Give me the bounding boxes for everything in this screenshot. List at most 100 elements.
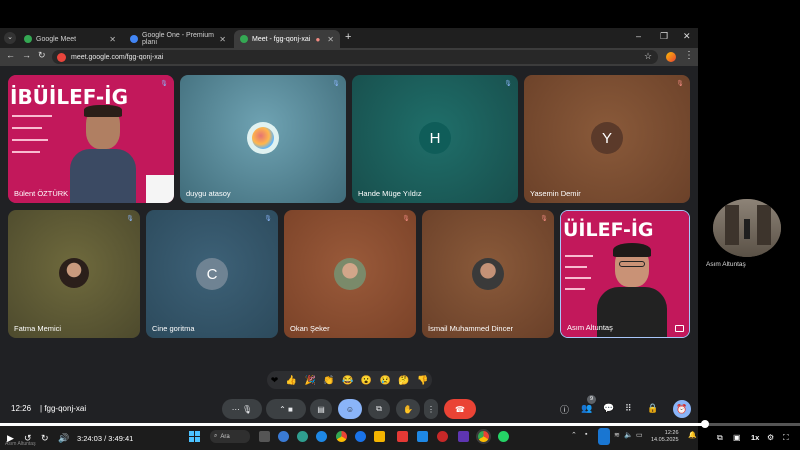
- fullscreen-icon[interactable]: ⛶: [783, 433, 789, 443]
- participant-tile[interactable]: 🎙 Fatma Memici: [8, 210, 140, 338]
- more-options-button[interactable]: ⋮: [424, 399, 438, 419]
- chevron-up-icon[interactable]: ⌃: [571, 431, 577, 439]
- tray-icon[interactable]: ▪: [585, 431, 587, 438]
- forward-icon[interactable]: ↻: [41, 433, 49, 444]
- participant-name: Hande Müge Yıldız: [358, 189, 422, 198]
- participant-tile[interactable]: 🎙 duygu atasoy: [180, 75, 346, 203]
- new-tab-icon[interactable]: +: [345, 31, 351, 43]
- wifi-icon[interactable]: ≋: [614, 431, 620, 439]
- subtitles-icon[interactable]: ⧉: [717, 433, 723, 443]
- participant-name: Yasemin Demir: [530, 189, 581, 198]
- thinking-reaction[interactable]: 🤔: [398, 375, 409, 386]
- mic-tray-icon[interactable]: [598, 428, 610, 445]
- info-icon[interactable]: ⓘ: [560, 403, 569, 416]
- close-icon[interactable]: ✕: [327, 35, 334, 44]
- chrome-icon[interactable]: [336, 431, 347, 442]
- meet-icon: [24, 35, 32, 43]
- zoom-icon[interactable]: [355, 431, 366, 442]
- participant-tile[interactable]: H 🎙 Hande Müge Yıldız: [352, 75, 518, 203]
- hand-icon: ✋: [403, 404, 413, 414]
- profile-avatar[interactable]: [666, 52, 676, 62]
- heart-reaction[interactable]: ❤: [271, 375, 279, 386]
- taskbar-search[interactable]: ⌕ Ara: [210, 430, 250, 443]
- progress-handle[interactable]: [700, 420, 709, 428]
- app-icon[interactable]: [297, 431, 308, 442]
- address-bar[interactable]: meet.google.com/fgg-qonj-xai: [52, 50, 658, 64]
- avatar: [334, 258, 366, 290]
- meeting-code: | fgg-qonj-xai: [40, 404, 87, 413]
- whatsapp-icon[interactable]: [498, 431, 509, 442]
- close-icon[interactable]: ✕: [219, 35, 226, 44]
- party-reaction[interactable]: 🎉: [305, 375, 316, 386]
- tab-google-meet[interactable]: Google Meet ✕: [18, 30, 122, 48]
- teams-icon[interactable]: [458, 431, 469, 442]
- tab-google-one[interactable]: Google One - Premium planı ✕: [124, 30, 232, 48]
- windows-start-icon[interactable]: [189, 431, 200, 442]
- people-icon[interactable]: 👥: [581, 403, 592, 414]
- volume-icon[interactable]: 🔊: [58, 433, 69, 444]
- mic-icon: 🎙: [332, 81, 340, 87]
- participant-tile[interactable]: 🎙 Okan Şeker: [284, 210, 416, 338]
- present-button[interactable]: ⧉: [368, 399, 390, 419]
- camera-control[interactable]: ⌃ ■: [266, 399, 306, 419]
- screen: ⌄ Google Meet ✕ Google One - Premium pla…: [0, 0, 800, 450]
- youtube-icon[interactable]: [397, 431, 408, 442]
- captions-button[interactable]: ▤: [310, 399, 332, 419]
- laugh-reaction[interactable]: 😂: [342, 375, 353, 386]
- close-window-icon[interactable]: ✕: [683, 31, 691, 42]
- reactions-bar: ❤ 👍 🎉 👏 😂 😮 😢 🤔 👎: [267, 371, 432, 389]
- mic-control[interactable]: ⋯ 🎙: [222, 399, 262, 419]
- tab-search-button[interactable]: ⌄: [4, 32, 16, 44]
- emoji-button[interactable]: ☺: [338, 399, 362, 419]
- emoji-icon: ☺: [345, 404, 355, 414]
- reload-icon[interactable]: ↻: [38, 50, 46, 61]
- participant-name: Okan Şeker: [290, 324, 330, 333]
- minimize-icon[interactable]: –: [636, 31, 641, 41]
- maximize-icon[interactable]: ❐: [660, 31, 668, 42]
- pip-icon[interactable]: [675, 325, 684, 332]
- thumbs-up-reaction[interactable]: 👍: [286, 375, 297, 386]
- chat-icon[interactable]: 💬: [603, 403, 614, 414]
- chevron-up-icon[interactable]: ⌃: [279, 405, 286, 414]
- more-audio-icon[interactable]: ⋯: [232, 405, 240, 414]
- chrome-menu-icon[interactable]: ⋮: [684, 50, 694, 61]
- avatar: [59, 258, 89, 288]
- close-icon[interactable]: ✕: [109, 35, 116, 44]
- media-icon[interactable]: [437, 431, 448, 442]
- participant-tile[interactable]: İBÜİLEF-İG 🎙 Bülent ÖZTÜRK: [8, 75, 174, 203]
- bookmark-star-icon[interactable]: ☆: [644, 51, 652, 62]
- raise-hand-button[interactable]: ✋: [396, 399, 420, 419]
- captions-icon[interactable]: ▣: [733, 433, 741, 442]
- settings-gear-icon[interactable]: ⚙: [767, 433, 774, 442]
- forward-icon[interactable]: →: [22, 50, 31, 60]
- taskbar-clock[interactable]: 12:26 14.05.2025: [651, 430, 679, 444]
- chrome-active-icon[interactable]: [478, 431, 489, 442]
- volume-icon[interactable]: 🔈: [624, 431, 633, 439]
- playback-speed[interactable]: 1x: [751, 433, 759, 442]
- participant-tile[interactable]: Y 🎙 Yasemin Demir: [524, 75, 690, 203]
- word-icon[interactable]: [417, 431, 428, 442]
- host-controls-icon[interactable]: 🔒: [647, 403, 658, 414]
- edge-icon[interactable]: [316, 431, 327, 442]
- participant-tile[interactable]: C 🎙 Cine goritma: [146, 210, 278, 338]
- file-explorer-icon[interactable]: [374, 431, 385, 442]
- tab-meet-active[interactable]: Meet - fgg-qonj-xai ● ✕: [234, 30, 340, 48]
- task-view-icon[interactable]: [259, 431, 270, 442]
- sad-reaction[interactable]: 😢: [379, 375, 390, 386]
- activities-icon[interactable]: ⠿: [625, 403, 632, 414]
- participant-tile[interactable]: 🎙 İsmail Muhammed Dincer: [422, 210, 554, 338]
- clap-reaction[interactable]: 👏: [323, 375, 334, 386]
- battery-icon[interactable]: ▭: [636, 431, 643, 439]
- participant-tile-self[interactable]: ÜİLEF-İG Asım Altuntaş: [560, 210, 690, 338]
- back-icon[interactable]: ←: [6, 50, 15, 60]
- notification-icon[interactable]: 🔔: [688, 431, 697, 439]
- surprised-reaction[interactable]: 😮: [361, 375, 372, 386]
- settings-icon[interactable]: [278, 431, 289, 442]
- site-info-icon[interactable]: [57, 52, 66, 62]
- leave-call-button[interactable]: ☎: [444, 399, 476, 419]
- video-progress-bar[interactable]: [0, 420, 800, 428]
- thumbs-down-reaction[interactable]: 👎: [417, 375, 428, 386]
- progress-fill: [0, 423, 705, 426]
- avatar: [472, 258, 504, 290]
- recording-timer-icon[interactable]: ⏰: [673, 400, 691, 418]
